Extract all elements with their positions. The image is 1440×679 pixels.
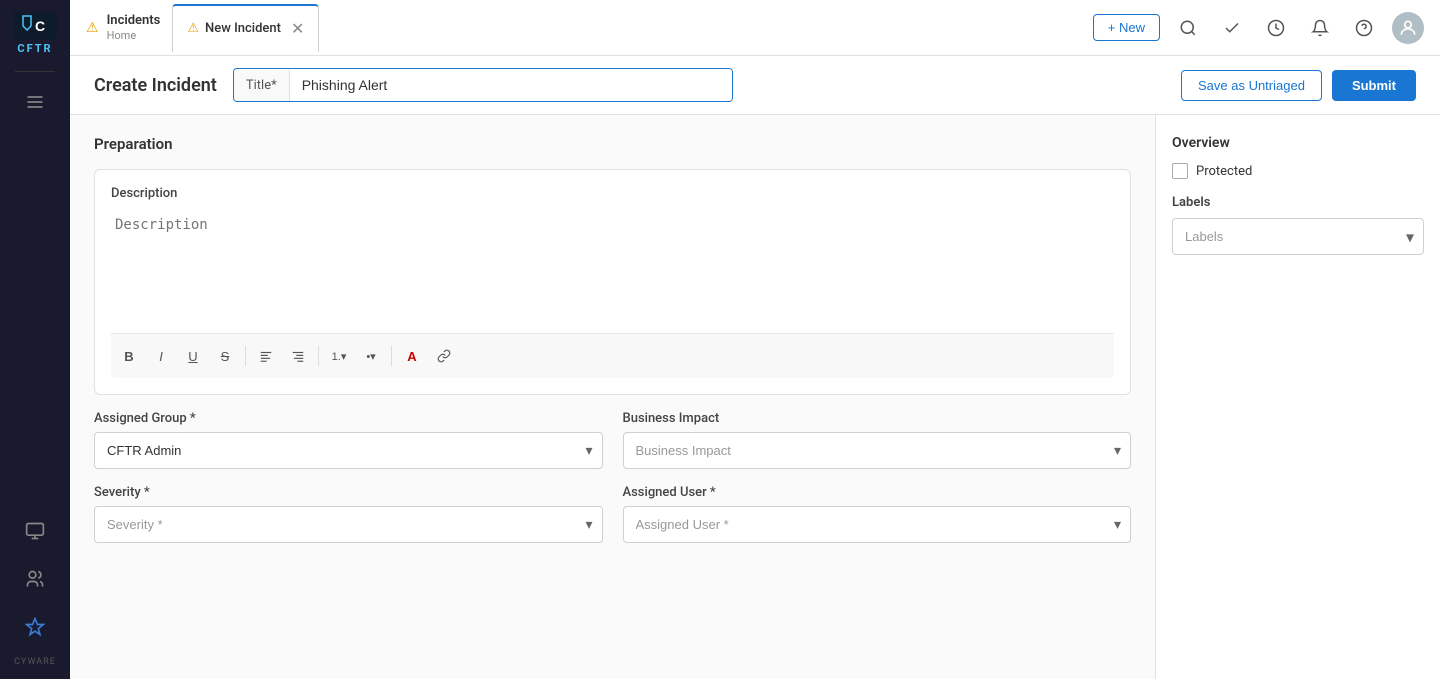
assigned-group-select-wrap: CFTR Admin ▾ [94,432,603,469]
form-row-2: Severity * Severity * ▾ Assigned User * … [94,485,1131,543]
new-button[interactable]: + New [1093,14,1160,41]
assigned-user-label: Assigned User * [623,485,1132,500]
assigned-group-field: Assigned Group * CFTR Admin ▾ [94,411,603,469]
sidebar-item-cyware[interactable] [17,609,53,645]
page-title: Create Incident [94,75,217,96]
labels-title: Labels [1172,195,1424,210]
severity-select-wrap: Severity * ▾ [94,506,603,543]
search-button[interactable] [1172,12,1204,44]
page-header: Create Incident Title* Save as Untriaged… [70,56,1440,115]
sidebar-cyware-label: CYWARE [14,657,56,667]
spinner-button[interactable] [1260,12,1292,44]
italic-button[interactable]: I [147,342,175,370]
bell-button[interactable] [1304,12,1336,44]
tab-icon: ⚠ [187,21,199,36]
svg-text:C: C [35,18,45,34]
labels-select-wrap: Labels ▾ [1172,218,1424,255]
breadcrumb-main: Incidents [107,13,161,29]
sidebar-divider [15,71,55,72]
unordered-list-button[interactable]: •▾ [357,342,385,370]
brand-label: CFTR [17,42,52,55]
title-label: Title* [234,70,290,101]
title-input[interactable] [290,69,732,101]
business-impact-select[interactable]: Business Impact [623,432,1132,469]
severity-label: Severity * [94,485,603,500]
help-button[interactable] [1348,12,1380,44]
align-right-button[interactable] [284,342,312,370]
section-title: Preparation [94,135,1131,153]
logo-area: C CFTR [13,12,57,55]
description-label: Description [111,186,1114,201]
toolbar-sep-3 [391,346,392,366]
breadcrumb-icon: ⚠ [86,20,99,36]
assigned-user-select-wrap: Assigned User * ▾ [623,506,1132,543]
cyware-logo-icon: C [13,12,57,40]
toolbar-sep-2 [318,346,319,366]
assigned-group-select[interactable]: CFTR Admin [94,432,603,469]
protected-checkbox[interactable] [1172,163,1188,179]
description-textarea[interactable] [111,209,1114,329]
check-button[interactable] [1216,12,1248,44]
tab-close-button[interactable]: ✕ [291,21,304,37]
header-actions: Save as Untriaged Submit [1181,70,1416,101]
submit-button[interactable]: Submit [1332,70,1416,101]
bold-button[interactable]: B [115,342,143,370]
topnav-actions: + New [1093,12,1440,44]
ordered-list-button[interactable]: 1.▾ [325,342,353,370]
breadcrumb-sub: Home [107,29,161,42]
toolbar-sep-1 [245,346,246,366]
severity-field: Severity * Severity * ▾ [94,485,603,543]
font-color-button[interactable]: A [398,342,426,370]
overview-title: Overview [1172,135,1424,151]
sidebar-item-users[interactable] [17,561,53,597]
business-impact-select-wrap: Business Impact ▾ [623,432,1132,469]
active-tab[interactable]: ⚠ New Incident ✕ [172,4,319,52]
sidebar-bottom: CYWARE [14,509,56,667]
topnav: ⚠ Incidents Home ⚠ New Incident ✕ + New [70,0,1440,56]
business-impact-label: Business Impact [623,411,1132,426]
business-impact-field: Business Impact Business Impact ▾ [623,411,1132,469]
strikethrough-button[interactable]: S [211,342,239,370]
sidebar: C CFTR CYWARE [0,0,70,679]
save-untriaged-button[interactable]: Save as Untriaged [1181,70,1322,101]
protected-row: Protected [1172,163,1424,179]
tab-label: New Incident [205,21,281,36]
severity-select[interactable]: Severity * [94,506,603,543]
underline-button[interactable]: U [179,342,207,370]
link-button[interactable] [430,342,458,370]
breadcrumb-text: Incidents Home [107,13,161,42]
main-content: Preparation Description B I U S [70,115,1155,679]
description-card: Description B I U S 1.▾ •▾ [94,169,1131,395]
align-left-button[interactable] [252,342,280,370]
form-row-1: Assigned Group * CFTR Admin ▾ Business I… [94,411,1131,469]
sidebar-item-menu[interactable] [17,84,53,120]
content-area: Preparation Description B I U S [70,115,1440,679]
title-field-wrap: Title* [233,68,733,102]
labels-select[interactable]: Labels [1172,218,1424,255]
breadcrumb: ⚠ Incidents Home [86,13,160,42]
assigned-user-select[interactable]: Assigned User * [623,506,1132,543]
protected-label: Protected [1196,164,1252,179]
right-sidebar: Overview Protected Labels Labels ▾ [1155,115,1440,679]
main-area: ⚠ Incidents Home ⚠ New Incident ✕ + New [70,0,1440,679]
assigned-user-field: Assigned User * Assigned User * ▾ [623,485,1132,543]
assigned-group-label: Assigned Group * [94,411,603,426]
editor-toolbar: B I U S 1.▾ •▾ A [111,333,1114,378]
user-avatar[interactable] [1392,12,1424,44]
sidebar-item-monitor[interactable] [17,513,53,549]
